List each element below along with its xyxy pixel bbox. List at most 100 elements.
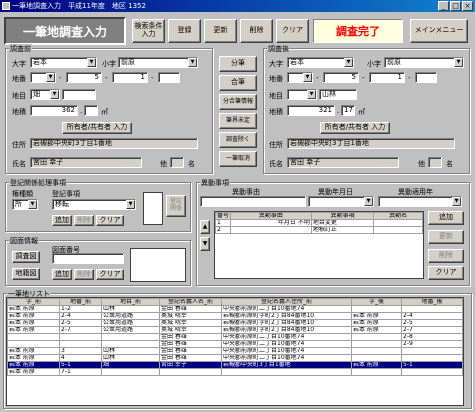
registry-kind-select[interactable]: 所 ▼ [12, 199, 38, 210]
table-row[interactable]: 岩本 前原 7-1 [7, 368, 463, 376]
registry-list[interactable] [143, 192, 163, 225]
table-row[interactable]: 岩本 前原 2-7 公衆用道路 奥城 晴幸 岩槻郡前原町字町2丁目84番地10 岩本 前原… [7, 326, 463, 334]
scroll-up-button[interactable]: ▲ [200, 220, 210, 234]
changes-col-header[interactable]: 異動事項 [310, 212, 375, 220]
list-col-header[interactable]: 登記名義人住所_前 [221, 298, 352, 306]
table-row[interactable]: 岩本 前原 4 山林 金田 春雄 中央郡前原町二丁目10番地74 [7, 354, 463, 362]
merge-button[interactable]: 合筆 [219, 75, 257, 91]
registry-relation-button[interactable]: 登記 関係 [166, 195, 186, 217]
split-merge-info-button[interactable]: 分合筆情報 [219, 94, 257, 110]
after-chiseki-decimal-input[interactable]: 17 [341, 105, 355, 116]
search-condition-button[interactable]: 検索条件 入力 [132, 19, 165, 43]
table-row[interactable]: 岩本 前原 2-5 公衆用道路 奥城 晴幸 岩槻郡前原町字町2丁目84番地10 岩本 前原… [7, 319, 463, 327]
chevron-down-icon[interactable]: ▼ [303, 73, 312, 82]
list-col-header[interactable]: 登記名義人名_前 [159, 298, 222, 306]
close-button[interactable]: × [462, 1, 473, 11]
after-chiban-2-input[interactable]: 1 [369, 72, 405, 83]
update-button[interactable]: 更新 [204, 19, 237, 43]
before-chiseki-input[interactable]: 362 [30, 105, 78, 116]
before-chimoku-text[interactable] [62, 89, 96, 100]
after-oaza-select[interactable]: 岩本 ▼ [287, 57, 354, 68]
after-chimoku-select[interactable]: ▼ [287, 89, 317, 100]
change-reason-input[interactable] [200, 196, 306, 207]
table-row[interactable]: 岩本 前原 5-1 畑宮田 幸子 岩槻郡中央町3丁目1番地 岩本 前原 5-1 [7, 361, 463, 369]
before-oaza-select[interactable]: 岩本 ▼ [30, 57, 97, 68]
before-chiban-2-input[interactable]: 1 [112, 72, 148, 83]
parcel-list-table[interactable]: 字_前 地番_前 地目_前 登記名義人名_前 登記名義人住所_前 字_後 地番_… [6, 297, 464, 406]
before-koaza-select[interactable]: 前原 ▼ [118, 57, 198, 68]
list-col-header[interactable]: 字_後 [351, 298, 402, 306]
main-menu-button[interactable]: メインメニュー [410, 19, 468, 43]
maximize-button[interactable]: □ [450, 1, 461, 11]
before-chiban-3-input[interactable] [158, 72, 180, 83]
changes-col-header[interactable]: 異動事由 [230, 212, 312, 220]
change-delete-button[interactable]: 削除 [428, 249, 464, 263]
exclude-survey-button[interactable]: 調査除く [219, 132, 257, 148]
map-delete-button[interactable]: 削除 [74, 269, 94, 280]
registry-delete-button[interactable]: 削除 [74, 215, 94, 226]
table-row[interactable]: 金田 春雄 中央郡前原町二丁目10番地74 2-9 [7, 340, 463, 348]
split-button[interactable]: 分筆 [219, 56, 257, 72]
chevron-down-icon[interactable]: ▼ [364, 197, 373, 206]
chevron-down-icon[interactable]: ▼ [188, 58, 197, 67]
before-others-label: 他 [160, 160, 167, 168]
before-chiseki-decimal-input[interactable] [84, 105, 98, 116]
cadastral-map-button[interactable]: 地籍図 [12, 268, 40, 280]
minimize-button[interactable]: _ [438, 1, 449, 11]
chevron-down-icon[interactable]: ▼ [307, 90, 316, 99]
table-cell: 奥城 晴幸 [159, 312, 222, 320]
chevron-down-icon[interactable]: ▼ [50, 90, 59, 99]
map-number-input[interactable] [52, 253, 124, 264]
change-date-select[interactable]: ▼ [308, 196, 374, 207]
cancel-parcel-button[interactable]: 一筆取消 [219, 151, 257, 167]
table-row[interactable]: 2 地積訂正 [215, 226, 423, 234]
change-add-button[interactable]: 追加 [428, 211, 464, 225]
before-chimoku-select[interactable]: 畑 ▼ [30, 89, 60, 100]
before-chiban-prefix-select[interactable]: ▼ [30, 72, 56, 83]
after-owner-input-button[interactable]: 所有者/共有者 入力 [320, 122, 390, 134]
chevron-down-icon[interactable]: ▼ [452, 197, 461, 206]
before-chimoku-label: 地目 [12, 92, 26, 100]
boundary-undetermined-button[interactable]: 筆界未定 [219, 113, 257, 129]
map-add-button[interactable]: 追加 [52, 269, 72, 280]
registry-add-button[interactable]: 追加 [52, 215, 72, 226]
changes-col-header[interactable]: 異動名 [373, 212, 423, 220]
chevron-down-icon[interactable]: ▼ [454, 58, 463, 67]
register-button[interactable]: 登録 [168, 19, 201, 43]
after-chimoku-text[interactable]: 山林 [319, 89, 357, 100]
clear-button[interactable]: クリア [276, 19, 309, 43]
table-row[interactable]: 金田 春雄 中央郡前原町二丁目10番地74 2-8 [7, 333, 463, 341]
after-chiseki-input[interactable]: 321 [287, 105, 335, 116]
list-col-header[interactable]: 地番_後 [401, 298, 463, 306]
table-row[interactable]: 岩本 前原 3 山林 金田 春雄 中央郡前原町二丁目10番地74 [7, 347, 463, 355]
registry-item-select[interactable]: 移転 ▼ [52, 199, 136, 210]
map-list[interactable] [130, 248, 186, 282]
table-row[interactable]: 岩本 前原 2-4 公衆用道路 奥城 晴幸 岩槻郡前原町字町2丁目84番地10 岩本 前原… [7, 312, 463, 320]
changes-table[interactable]: 番号 異動事由 異動事項 異動名 1 年月日 不明 地目変更 2 地積訂正 [214, 211, 424, 279]
survey-map-button[interactable]: 調査図 [12, 251, 40, 263]
change-clear-button[interactable]: クリア [428, 266, 464, 280]
chevron-down-icon[interactable]: ▼ [87, 58, 96, 67]
table-row[interactable]: 岩本 前原 1-2 山林 金田 春雄 中央郡前原町二丁目10番地74 [7, 305, 463, 313]
scroll-down-button[interactable]: ▼ [200, 237, 210, 251]
after-chiban-1-input[interactable]: 5 [323, 72, 359, 83]
table-row[interactable]: 1 年月日 不明 地目変更 [215, 219, 423, 227]
map-clear-button[interactable]: クリア [96, 269, 124, 280]
registry-clear-button[interactable]: クリア [96, 215, 124, 226]
before-owner-input-button[interactable]: 所有者/共有者 入力 [62, 122, 132, 134]
after-koaza-select[interactable]: 前原 ▼ [384, 57, 464, 68]
chevron-down-icon[interactable]: ▼ [28, 200, 37, 209]
delete-button[interactable]: 削除 [240, 19, 273, 43]
chevron-down-icon[interactable]: ▼ [344, 58, 353, 67]
list-col-header[interactable]: 字_前 [7, 298, 60, 306]
chevron-down-icon[interactable]: ▼ [46, 73, 55, 82]
changes-col-header[interactable]: 番号 [215, 212, 232, 220]
list-col-header[interactable]: 地番_前 [59, 298, 102, 306]
list-col-header[interactable]: 地目_前 [101, 298, 160, 306]
chevron-down-icon[interactable]: ▼ [126, 200, 135, 209]
after-chiban-3-input[interactable] [415, 72, 437, 83]
change-update-button[interactable]: 更新 [428, 230, 464, 244]
before-chiban-1-input[interactable]: 5 [66, 72, 102, 83]
after-chiban-prefix-select[interactable]: ▼ [287, 72, 313, 83]
change-apply-select[interactable]: ▼ [378, 196, 462, 207]
